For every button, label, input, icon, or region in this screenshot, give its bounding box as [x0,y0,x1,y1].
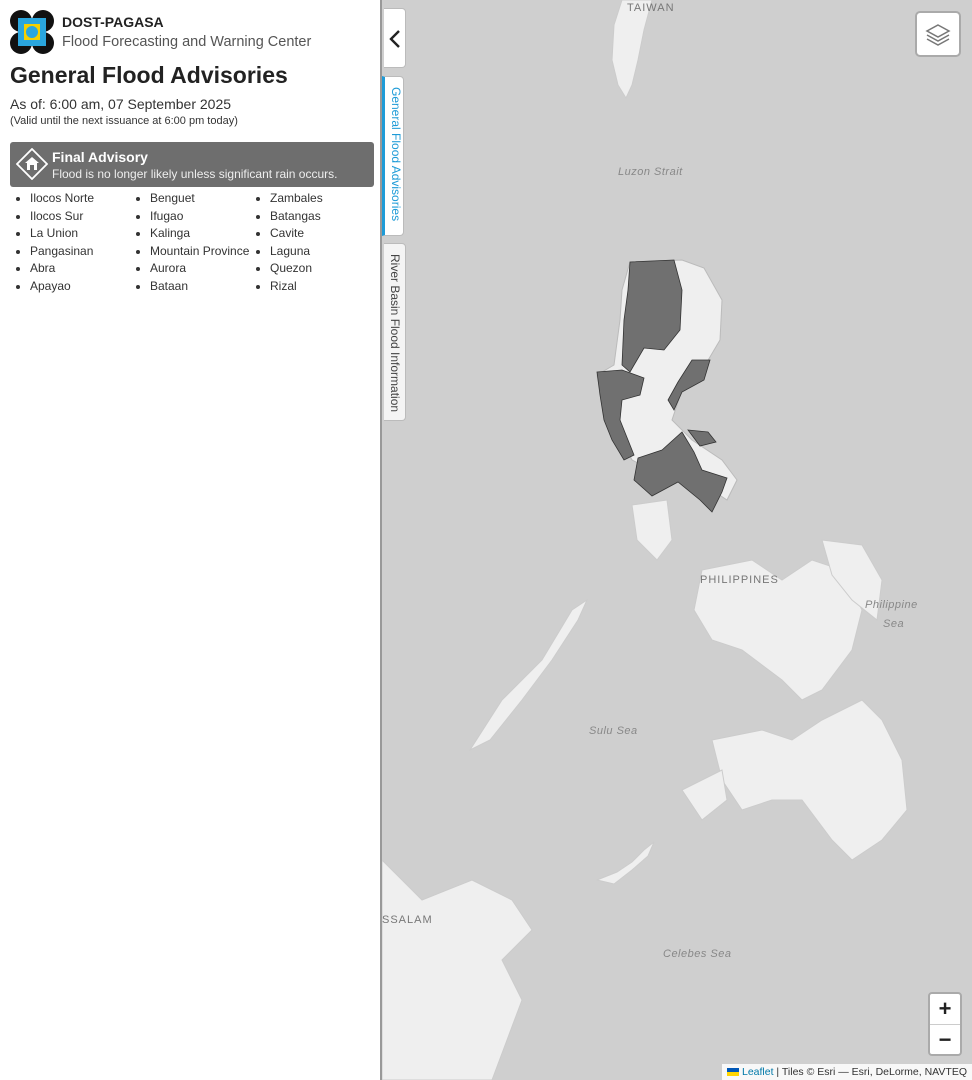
house-warning-icon [16,148,48,180]
list-item: Ilocos Norte [10,190,130,208]
pagasa-logo [10,10,54,54]
list-item: Benguet [130,190,250,208]
tab-label: General Flood Advisories [389,87,403,222]
as-of-timestamp: As of: 6:00 am, 07 September 2025 [10,96,232,112]
map-label-luzon-strait: Luzon Strait [618,166,683,178]
list-item: Kalinga [130,225,250,243]
center-name: Flood Forecasting and Warning Center [62,34,312,50]
ukraine-flag-icon [726,1068,739,1077]
attribution-text: | Tiles © Esri — Esri, DeLorme, NAVTEQ [773,1066,967,1078]
borneo-landmass [382,859,533,1080]
mindoro-landmass [631,499,673,561]
sidebar-panel: DOST-PAGASA Flood Forecasting and Warnin… [0,0,382,1080]
zoom-in-button[interactable]: + [930,994,960,1025]
map-label-philippine-sea-2: Sea [883,618,905,630]
map-label-philippine-sea: Philippine [865,599,918,611]
zamboanga-landmass [681,769,728,821]
list-item: Batangas [250,208,370,226]
map-label-celebes-sea: Celebes Sea [663,948,732,960]
zoom-out-button[interactable]: − [930,1025,960,1055]
org-name: DOST-PAGASA [62,14,164,30]
list-item: Ifugao [130,208,250,226]
mindanao-landmass [711,699,908,861]
map-attribution: Leaflet | Tiles © Esri — Esri, DeLorme, … [721,1064,972,1080]
list-item: Quezon [250,260,370,278]
collapse-sidebar-button[interactable] [384,8,406,68]
sulu-islands [595,841,655,885]
map-view[interactable]: TAIWAN Luzon Strait PHILIPPINES Philippi… [382,0,972,1080]
list-item: Rizal [250,278,370,296]
list-item: Apayao [10,278,130,296]
tab-river-basin-flood-information[interactable]: River Basin Flood Information [384,243,406,421]
list-item: Mountain Province [130,243,250,261]
map-label-philippines: PHILIPPINES [700,574,779,586]
base-map[interactable] [382,0,972,1080]
list-item: Zambales [250,190,370,208]
list-item: Laguna [250,243,370,261]
taiwan-landmass [611,0,653,100]
list-item: Abra [10,260,130,278]
list-item: Bataan [130,278,250,296]
map-label-brunei: SSALAM [382,914,433,926]
layers-control-button[interactable] [915,11,961,57]
list-item: Aurora [130,260,250,278]
validity-note: (Valid until the next issuance at 6:00 p… [10,115,238,127]
advisory-title: Final Advisory [52,149,148,165]
leaflet-link[interactable]: Leaflet [742,1066,774,1078]
page-title: General Flood Advisories [10,62,288,88]
zoom-control: + − [928,992,962,1056]
map-label-sulu-sea: Sulu Sea [589,725,638,737]
list-item: Ilocos Sur [10,208,130,226]
final-advisory-banner: Final Advisory Flood is no longer likely… [10,142,374,187]
advisory-description: Flood is no longer likely unless signifi… [52,167,338,181]
affected-provinces-list: Ilocos Norte Ilocos Sur La Union Pangasi… [10,190,374,296]
map-label-taiwan: TAIWAN [627,2,675,14]
chevron-left-icon [389,30,400,48]
brand-header: DOST-PAGASA Flood Forecasting and Warnin… [10,10,380,56]
list-item: La Union [10,225,130,243]
layers-icon [925,24,951,46]
tab-label: River Basin Flood Information [388,254,402,413]
list-item: Cavite [250,225,370,243]
tab-general-flood-advisories[interactable]: General Flood Advisories [382,76,404,236]
list-item: Pangasinan [10,243,130,261]
palawan-landmass [468,598,589,752]
